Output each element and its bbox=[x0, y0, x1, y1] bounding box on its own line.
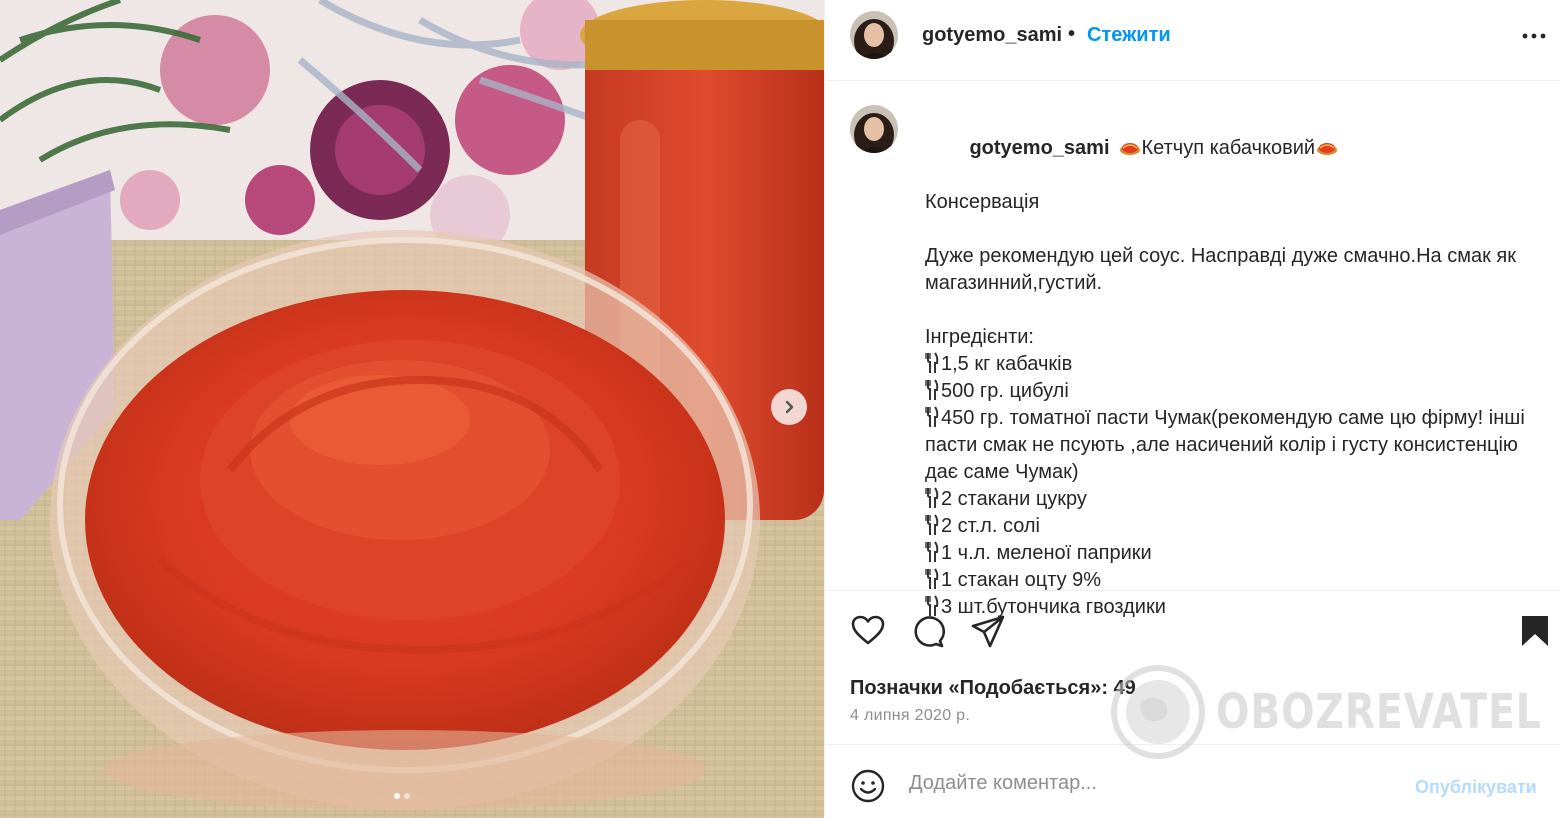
caption-intro: Дуже рекомендую цей соус. Насправді дуже… bbox=[925, 245, 1522, 294]
avatar[interactable] bbox=[850, 11, 898, 59]
ingredient-item: 2 ст.л. солі bbox=[925, 513, 1535, 540]
spaghetti-emoji-icon bbox=[1317, 143, 1338, 155]
carousel-indicator bbox=[394, 793, 410, 799]
comment-button[interactable] bbox=[910, 613, 946, 649]
ingredient-item: 450 гр. томатної пасти Чумак(рекомендую … bbox=[925, 405, 1535, 486]
comment-bar: Опублікувати bbox=[825, 744, 1560, 818]
follow-button[interactable]: Стежити bbox=[1087, 24, 1171, 47]
more-options-button[interactable] bbox=[1519, 24, 1549, 48]
post-side-panel: gotyemo_sami • Стежити gotyemo_sami Кетчу… bbox=[824, 0, 1560, 818]
post-media[interactable] bbox=[0, 0, 824, 818]
carousel-dot bbox=[404, 793, 410, 799]
ingredients-label: Інгредієнти: bbox=[925, 326, 1034, 348]
carousel-next-button[interactable] bbox=[771, 389, 807, 425]
carousel-dot-active bbox=[394, 793, 400, 799]
send-icon bbox=[971, 615, 1005, 648]
share-button[interactable] bbox=[970, 613, 1006, 649]
emoji-picker-button[interactable] bbox=[850, 768, 886, 804]
bookmark-icon bbox=[1522, 616, 1548, 646]
like-button[interactable] bbox=[850, 613, 886, 649]
caption-avatar[interactable] bbox=[850, 105, 898, 153]
ingredient-text: 2 ст.л. солі bbox=[941, 515, 1040, 537]
likes-label: Позначки «Подобається»: bbox=[850, 677, 1108, 699]
comment-icon bbox=[914, 616, 945, 648]
fork-knife-icon bbox=[925, 514, 939, 535]
more-icon bbox=[1522, 33, 1546, 39]
ingredient-text: 2 стакани цукру bbox=[941, 488, 1087, 510]
ingredient-text: 500 гр. цибулі bbox=[941, 380, 1069, 402]
likes-number: 49 bbox=[1113, 677, 1136, 699]
spaghetti-emoji-icon bbox=[1119, 143, 1140, 155]
ingredient-item: 2 стакани цукру bbox=[925, 486, 1535, 513]
caption-category: Консервація bbox=[925, 191, 1040, 213]
ingredient-text: 1,5 кг кабачків bbox=[941, 353, 1073, 375]
post-date[interactable]: 4 липня 2020 р. bbox=[850, 707, 970, 725]
fork-knife-icon bbox=[925, 568, 939, 589]
ingredient-text: 450 гр. томатної пасти Чумак(рекомендую … bbox=[925, 407, 1531, 483]
post-actions: Позначки «Подобається»: 49 4 липня 2020 … bbox=[825, 590, 1560, 740]
fork-knife-icon bbox=[925, 541, 939, 562]
caption-title: Кетчуп кабачковий bbox=[1141, 137, 1316, 159]
post-header: gotyemo_sami • Стежити bbox=[825, 0, 1560, 81]
chevron-right-icon bbox=[785, 400, 794, 414]
publish-button[interactable]: Опублікувати bbox=[1415, 777, 1537, 798]
caption-username[interactable]: gotyemo_sami bbox=[969, 137, 1109, 159]
fork-knife-icon bbox=[925, 487, 939, 508]
header-username[interactable]: gotyemo_sami bbox=[922, 24, 1062, 47]
comment-input[interactable] bbox=[909, 767, 1399, 799]
ingredients-list: 1,5 кг кабачків 500 гр. цибулі 450 гр. том… bbox=[925, 351, 1535, 621]
fork-knife-icon bbox=[925, 406, 939, 427]
post-caption: gotyemo_sami Кетчуп кабачковий Консерваці… bbox=[825, 82, 1560, 618]
caption-text: gotyemo_sami Кетчуп кабачковий Консерваці… bbox=[925, 108, 1535, 621]
fork-knife-icon bbox=[925, 379, 939, 400]
fork-knife-icon bbox=[925, 352, 939, 373]
ingredient-text: 1 ч.л. меленої паприки bbox=[941, 542, 1152, 564]
ingredient-item: 1 ч.л. меленої паприки bbox=[925, 540, 1535, 567]
ingredient-item: 1,5 кг кабачків bbox=[925, 351, 1535, 378]
heart-icon bbox=[851, 615, 885, 645]
ketchup-photo bbox=[0, 0, 824, 818]
likes-count[interactable]: Позначки «Подобається»: 49 bbox=[850, 677, 1136, 700]
ingredient-text: 1 стакан оцту 9% bbox=[941, 569, 1102, 591]
save-button[interactable] bbox=[1517, 613, 1553, 649]
header-separator: • bbox=[1068, 23, 1076, 45]
smiley-icon bbox=[851, 769, 885, 803]
ingredient-item: 500 гр. цибулі bbox=[925, 378, 1535, 405]
